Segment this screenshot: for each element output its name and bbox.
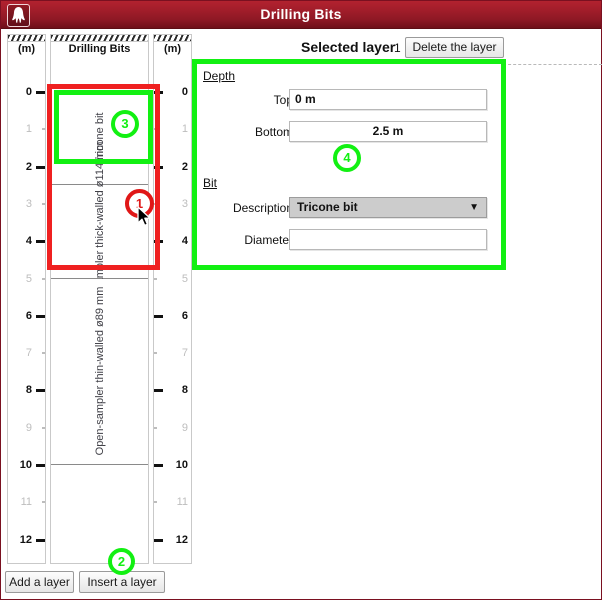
ruler-tick — [154, 426, 157, 429]
ruler-tick — [36, 165, 45, 169]
window-title: Drilling Bits — [260, 6, 342, 22]
chevron-down-icon: ▼ — [469, 202, 479, 213]
ruler-tick — [42, 352, 45, 355]
bit-description-select[interactable]: Tricone bit ▼ — [289, 197, 487, 218]
ruler-tick — [36, 314, 45, 318]
ruler-tick — [36, 240, 45, 244]
top-field-label: Top — [273, 93, 293, 107]
ruler-label-1m: 1 — [25, 123, 32, 136]
drilling-bits-column[interactable]: Drilling Bits Tricone bit Open-sampler th… — [50, 34, 149, 564]
ruler-tick — [36, 389, 45, 393]
ruler-tick — [42, 426, 45, 429]
ruler-tick — [42, 277, 45, 280]
ruler-tick — [154, 240, 163, 244]
description-field-label: Description — [232, 201, 293, 215]
ruler-label-2m: 2 — [181, 160, 188, 173]
bottom-depth-input[interactable]: 2.5 m — [289, 121, 487, 142]
ruler-label-11m: 11 — [20, 496, 32, 509]
top-depth-input[interactable]: 0 m — [289, 89, 487, 110]
ruler-tick — [154, 464, 163, 467]
app-window: Drilling Bits (m) 0 1 2 3 4 5 6 7 8 9 10 11 12 Drill… — [0, 0, 602, 600]
bottom-field-label: Bottom — [254, 125, 293, 139]
ruler-label-5m: 5 — [181, 272, 188, 285]
ruler-label-12m: 12 — [19, 533, 32, 546]
ruler-tick — [36, 91, 45, 94]
log-panel: (m) 0 1 2 3 4 5 6 7 8 9 10 11 12 Drilling Bits Trico… — [7, 34, 192, 564]
bit-diameter-input[interactable] — [289, 229, 487, 250]
ruler-label-8m: 8 — [25, 384, 32, 397]
right-axis-header: (m) — [163, 43, 182, 55]
insert-layer-button[interactable]: Insert a layer — [79, 571, 165, 593]
drill-layer-2[interactable]: Open-sampler thick-walled ø114 mm — [51, 142, 148, 321]
selected-layer-label: Selected layer — [301, 39, 396, 55]
ruler-label-5m: 5 — [25, 272, 32, 285]
ruler-tick — [154, 165, 163, 169]
drilling-bits-column-header: Drilling Bits — [68, 43, 131, 55]
drill-layer-label: Open-sampler thin-walled ø89 mm — [93, 286, 106, 456]
bit-description-value: Tricone bit — [297, 200, 358, 214]
diameter-field-label: Diameter — [244, 233, 293, 247]
title-bar: Drilling Bits — [1, 1, 601, 29]
selected-layer-number: 1 — [394, 41, 401, 55]
ruler-label-0m: 0 — [25, 86, 32, 98]
left-depth-axis-column: (m) 0 1 2 3 4 5 6 7 8 9 10 11 12 — [7, 34, 46, 564]
ruler-label-6m: 6 — [25, 309, 32, 322]
depth-section-heading: Depth — [203, 69, 236, 83]
delete-layer-button[interactable]: Delete the layer — [405, 37, 504, 58]
add-layer-button[interactable]: Add a layer — [5, 571, 74, 593]
ruler-label-2m: 2 — [25, 160, 32, 173]
ruler-tick — [154, 389, 163, 393]
ruler-tick — [154, 277, 157, 280]
ruler-label-10m: 10 — [175, 459, 188, 471]
ruler-label-6m: 6 — [181, 309, 188, 322]
ruler-label-8m: 8 — [181, 384, 188, 397]
ruler-tick — [42, 202, 45, 205]
ruler-label-10m: 10 — [19, 459, 32, 471]
ruler-label-9m: 9 — [181, 421, 188, 434]
bit-section-heading: Bit — [203, 176, 218, 190]
ruler-label-7m: 7 — [181, 347, 188, 360]
ruler-tick — [42, 128, 45, 131]
ruler-label-3m: 3 — [25, 197, 32, 210]
ruler-label-9m: 9 — [25, 421, 32, 434]
ruler-tick — [154, 538, 163, 542]
ruler-label-7m: 7 — [25, 347, 32, 360]
layer-properties-form: Depth Top 0 m Bottom 2.5 m Bit Descripti… — [197, 64, 501, 265]
right-depth-axis-column: (m) 0 1 2 3 4 5 6 7 8 9 10 11 12 — [153, 34, 192, 564]
ruler-tick — [154, 128, 157, 131]
ruler-tick — [154, 314, 163, 318]
ruler-tick — [154, 352, 157, 355]
ruler-label-12m: 12 — [175, 533, 188, 546]
ruler-tick — [36, 464, 45, 467]
ruler-label-4m: 4 — [181, 235, 188, 248]
panel-divider — [498, 64, 602, 66]
ruler-label-11m: 11 — [176, 496, 188, 509]
ruler-label-1m: 1 — [181, 123, 188, 136]
ruler-tick — [42, 501, 45, 504]
ruler-label-0m: 0 — [181, 86, 188, 98]
ruler-label-3m: 3 — [181, 197, 188, 210]
drill-layer-3[interactable]: Open-sampler thin-walled ø89 mm — [51, 278, 148, 465]
ruler-tick — [154, 202, 157, 205]
left-axis-header: (m) — [17, 43, 36, 55]
ruler-label-4m: 4 — [25, 235, 32, 248]
ruler-tick — [154, 501, 157, 504]
ruler-tick — [36, 538, 45, 542]
ruler-tick — [154, 91, 163, 94]
